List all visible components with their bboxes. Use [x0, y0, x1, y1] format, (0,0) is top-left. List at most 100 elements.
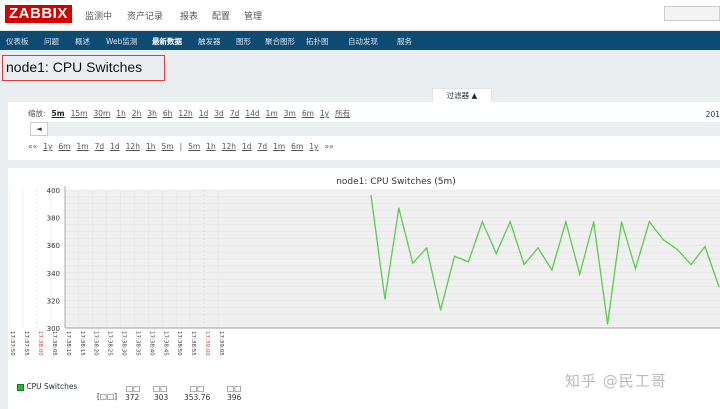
time-nav-option[interactable]: 1h	[146, 142, 156, 151]
time-nav-option[interactable]: ««	[28, 142, 37, 151]
time-nav-option[interactable]: 1m	[76, 142, 88, 151]
menu-configuration[interactable]: 配置	[212, 9, 230, 22]
legend-func: [□□]	[97, 392, 118, 401]
time-nav-option[interactable]: 1m	[273, 142, 285, 151]
data-point	[481, 221, 483, 223]
time-nav-option[interactable]: 12h	[222, 142, 236, 151]
menu-administration[interactable]: 管理	[244, 9, 262, 22]
zoom-option[interactable]: 7d	[230, 109, 240, 118]
nav-item[interactable]: 最新数据	[152, 36, 182, 47]
time-nav-option[interactable]: 6m	[58, 142, 70, 151]
x-tick-label: 17:38:30	[121, 331, 127, 356]
data-point	[565, 221, 567, 223]
legend: CPU Switches	[17, 382, 77, 391]
nav-item[interactable]: 图形	[236, 36, 251, 47]
zabbix-logo[interactable]: ZABBIX	[5, 5, 72, 23]
legend-avg: 353.76	[184, 393, 211, 402]
x-tick-label: 17:38:50	[176, 331, 182, 356]
time-nav-option[interactable]: 1d	[110, 142, 120, 151]
legend-header-max: □□	[227, 384, 242, 393]
data-point	[593, 221, 595, 223]
y-tick-label: 380	[47, 215, 60, 223]
x-tick-label: 17:38:45	[162, 331, 168, 356]
zoom-option[interactable]: 1y	[320, 109, 329, 118]
legend-max: 396	[227, 393, 242, 402]
zoom-option[interactable]: 1h	[116, 109, 126, 118]
time-slider[interactable]	[30, 122, 720, 136]
zoom-option[interactable]: 5m	[52, 109, 65, 118]
time-nav-option[interactable]: 1h	[206, 142, 216, 151]
zoom-option[interactable]: 12h	[178, 109, 192, 118]
time-nav-option: |	[179, 142, 183, 151]
page-title: node1: CPU Switches	[2, 55, 165, 81]
legend-header-last: □□	[126, 384, 141, 393]
zoom-option[interactable]: 3d	[214, 109, 224, 118]
legend-header-avg: □□	[190, 384, 205, 393]
menu-inventory[interactable]: 资产记录	[127, 9, 163, 22]
time-nav-option[interactable]: 1y	[43, 142, 52, 151]
zoom-option[interactable]: 所有	[335, 109, 350, 118]
data-point	[704, 245, 706, 248]
time-panel: 缩放: 5m 15m 30m 1h 2h 3h 6h 12h 1d 3d 7d 14d 1m 3m 6m 1y 所…	[8, 102, 720, 160]
zoom-option[interactable]: 30m	[93, 109, 110, 118]
slider-left-button[interactable]: ◄	[30, 122, 48, 136]
legend-name: CPU Switches	[26, 382, 78, 391]
x-tick-label: 17:37:50	[9, 331, 15, 356]
zoom-option[interactable]: 6h	[163, 109, 173, 118]
zoom-option[interactable]: 14d	[245, 109, 259, 118]
data-point	[453, 255, 456, 257]
x-tick-label: 17:38:40	[148, 331, 154, 356]
filter-tab[interactable]: 过滤器 ▲	[432, 88, 492, 102]
zoom-row: 缩放: 5m 15m 30m 1h 2h 3h 6h 12h 1d 3d 7d 14d 1m 3m 6m 1y 所…	[28, 108, 356, 119]
nav-item[interactable]: 问题	[44, 36, 59, 47]
data-point	[426, 247, 428, 249]
time-nav-option[interactable]: 12h	[126, 142, 140, 151]
time-nav-option[interactable]: 6m	[291, 142, 303, 151]
zoom-option[interactable]: 1m	[266, 109, 278, 118]
menu-monitoring[interactable]: 监测中	[85, 9, 112, 22]
data-point	[690, 263, 692, 266]
x-tick-label: 17:38:55	[190, 331, 196, 356]
time-nav-option[interactable]: 1y	[309, 142, 318, 151]
zoom-option[interactable]: 3m	[284, 109, 296, 118]
y-tick-label: 340	[47, 270, 60, 278]
x-tick-label: 17:38:05	[51, 331, 57, 356]
data-point	[467, 261, 470, 263]
data-point	[551, 269, 553, 271]
legend-header-min: □□	[153, 384, 168, 393]
nav-item[interactable]: 概述	[75, 36, 90, 47]
nav-item[interactable]: 服务	[397, 36, 412, 47]
search-input[interactable]	[664, 6, 720, 21]
time-nav-option[interactable]: »»	[324, 142, 333, 151]
zoom-option[interactable]: 6m	[302, 109, 314, 118]
nav-item[interactable]: 自动发现	[348, 36, 378, 47]
time-nav-option[interactable]: 7d	[95, 142, 105, 151]
x-tick-label: 17:37:55	[23, 331, 29, 356]
nav-item[interactable]: 触发器	[198, 36, 221, 47]
date-readout: 201	[705, 110, 720, 119]
data-point	[648, 221, 650, 223]
nav-item[interactable]: Web监测	[106, 36, 137, 47]
x-tick-label: 17:38:35	[134, 331, 140, 356]
x-tick-label: 17:39:00	[204, 331, 210, 356]
zoom-option[interactable]: 15m	[71, 109, 88, 118]
time-nav-option[interactable]: 1d	[242, 142, 252, 151]
chart-title: node1: CPU Switches (5m)	[336, 177, 456, 187]
nav-item[interactable]: 聚合图形	[265, 36, 295, 47]
time-nav-option[interactable]: 5m	[161, 142, 173, 151]
zoom-option[interactable]: 3h	[147, 109, 157, 118]
time-nav-option[interactable]: 7d	[258, 142, 268, 151]
data-point	[495, 252, 497, 255]
nav-item[interactable]: 拓扑图	[306, 36, 329, 47]
y-tick-label: 360	[47, 242, 60, 250]
zoom-option[interactable]: 1d	[199, 109, 209, 118]
zoom-option[interactable]: 2h	[132, 109, 142, 118]
nav-item[interactable]: 仪表板	[6, 36, 29, 47]
legend-min: 303	[154, 393, 169, 402]
x-tick-label: 17:38:25	[107, 331, 113, 356]
time-nav-option[interactable]: 5m	[188, 142, 200, 151]
zoom-label: 缩放:	[28, 109, 46, 118]
watermark: 知乎 @民工哥	[565, 372, 667, 390]
top-header: ZABBIX 监测中 资产记录 报表 配置 管理	[0, 0, 720, 31]
menu-reports[interactable]: 报表	[180, 9, 198, 22]
